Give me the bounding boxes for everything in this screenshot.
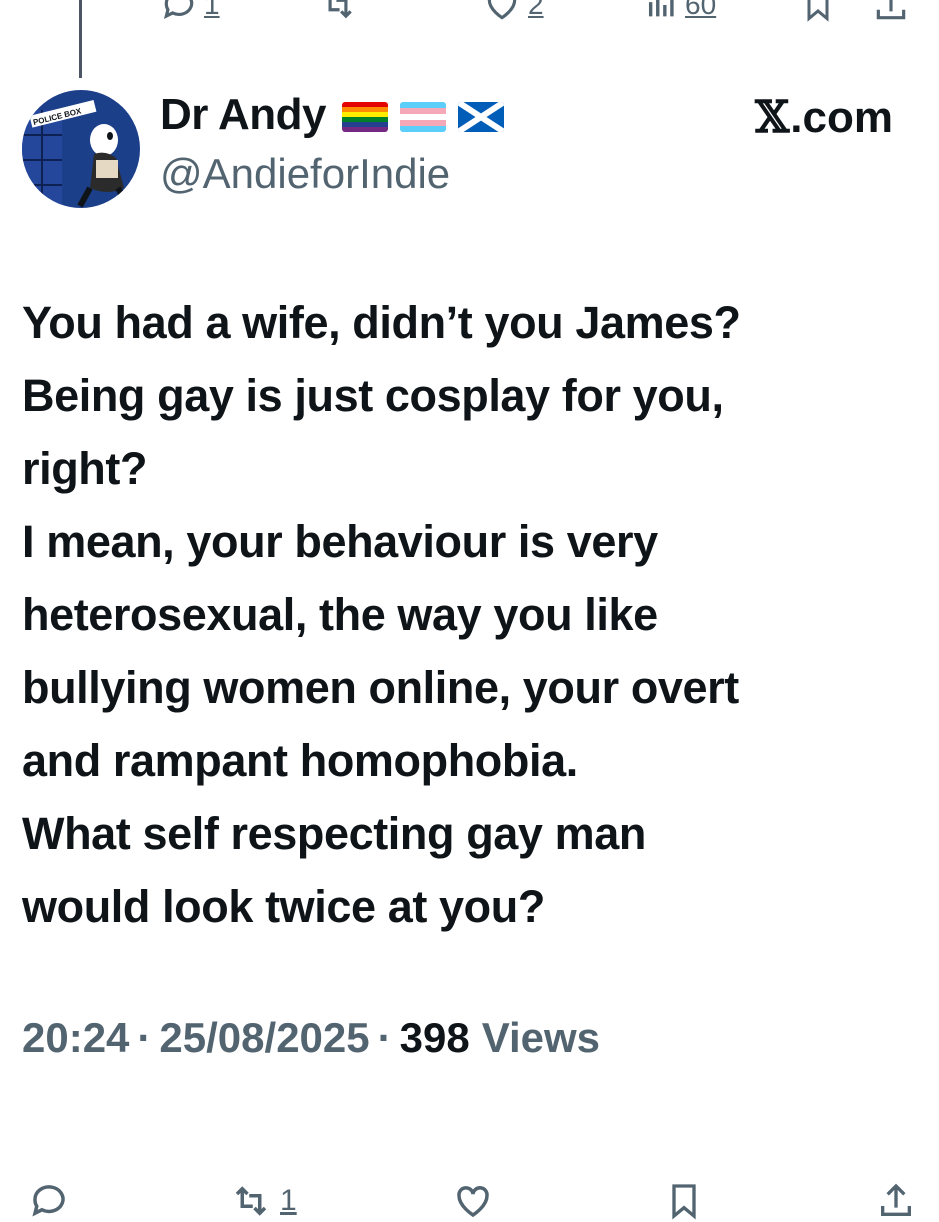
views-number: 398 [399,1014,470,1061]
bookmark-button-bottom[interactable] [664,1180,704,1222]
reply-icon [163,0,194,20]
reply-icon [32,1185,65,1217]
retweet-button-bottom[interactable]: 1 [228,1180,297,1222]
flags [342,102,504,132]
share-button-bottom[interactable] [876,1180,916,1222]
bottom-action-bar: 1 [0,1170,939,1220]
tweet-date[interactable]: 25/08/2025 [159,1014,369,1062]
top-action-bar: 1 2 60 [0,0,939,26]
share-button[interactable] [872,0,910,24]
reply-button[interactable]: 1 [160,0,220,24]
site-label: 𝕏 .com [755,92,893,143]
views-count: 60 [685,0,717,20]
separator: · [377,1014,392,1061]
retweet-button[interactable] [318,0,358,24]
bookmark-icon [672,1184,696,1220]
views-button[interactable]: 60 [645,0,716,24]
rainbow-flag-icon [342,102,388,132]
retweet-icon [328,0,352,19]
retweet-icon [235,1186,267,1216]
share-icon [876,0,906,20]
tweet-time[interactable]: 20:24 [22,1014,129,1062]
display-name[interactable]: Dr Andy [160,90,327,140]
retweet-count: 1 [280,1184,297,1217]
separator: · [137,1014,152,1061]
views-label: Views [481,1014,601,1061]
bookmark-icon [807,0,829,22]
avatar[interactable]: POLICE BOX [22,90,140,208]
like-button-bottom[interactable] [450,1180,496,1222]
handle[interactable]: @AndieforIndie [160,150,450,198]
tweet-meta: 20:24 · 25/08/2025 · 398 Views [22,1014,600,1062]
author-name-row: Dr Andy [160,90,504,140]
like-button[interactable]: 2 [482,0,544,24]
like-icon [487,0,517,20]
tweet-text: You had a wife, didn’t you James? Being … [22,297,741,932]
reply-count: 1 [204,0,220,20]
transgender-flag-icon [400,102,446,132]
scotland-flag-icon [458,102,504,132]
x-logo-icon: 𝕏 [755,92,790,143]
views-icon [648,0,674,17]
share-icon [881,1183,911,1216]
like-count: 2 [528,0,544,20]
thread-line [79,0,82,78]
site-label-text: .com [790,92,893,142]
bookmark-button[interactable] [800,0,836,24]
reply-button-bottom[interactable] [28,1180,70,1222]
like-icon [457,1186,489,1218]
